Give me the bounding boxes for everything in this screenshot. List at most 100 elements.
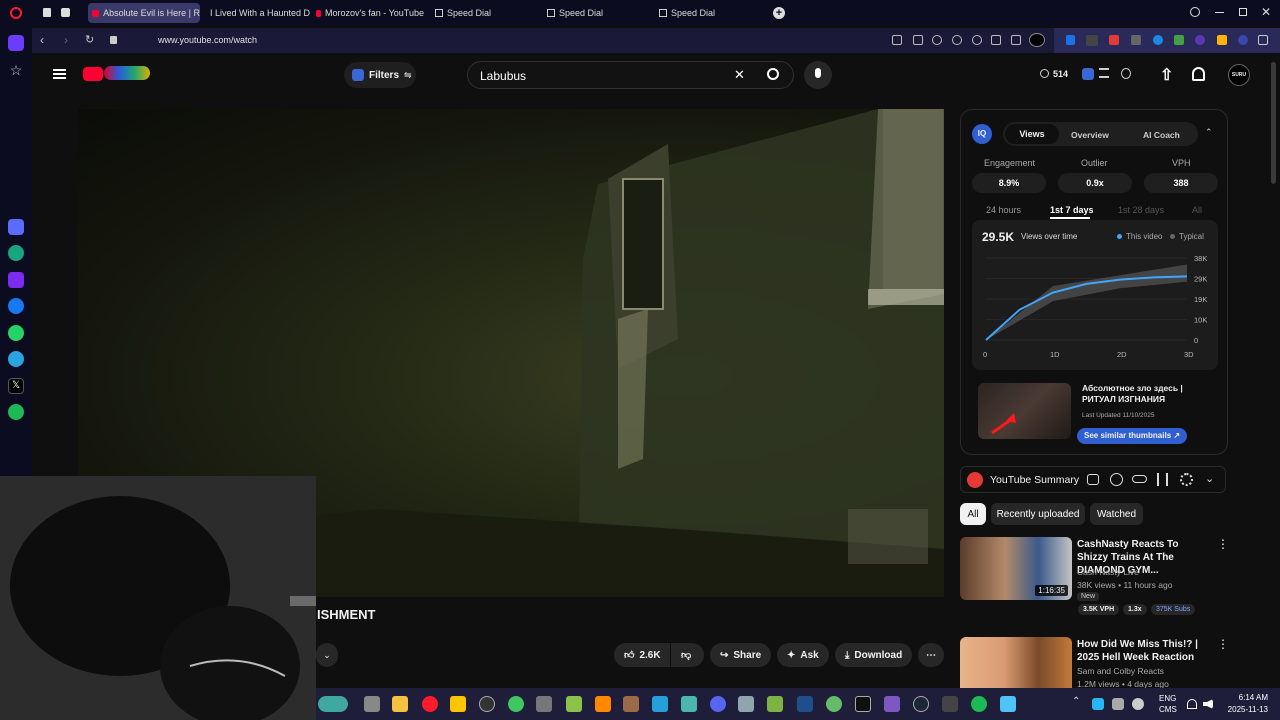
settings-icon[interactable] <box>1180 473 1193 486</box>
app-book-icon[interactable] <box>566 696 582 712</box>
rec-channel-1[interactable]: Cash Nasty Live <box>1077 567 1139 577</box>
ribbon-icon[interactable] <box>1121 68 1131 79</box>
clear-search-icon[interactable]: ✕ <box>734 67 745 83</box>
x-icon[interactable]: 𝕏 <box>8 378 24 394</box>
shield-icon[interactable] <box>932 35 942 45</box>
app-car-icon[interactable] <box>536 696 552 712</box>
back-icon[interactable]: ‹ <box>40 33 44 47</box>
extensions-puzzle-icon[interactable] <box>1258 35 1268 45</box>
app-chart-icon[interactable] <box>767 696 783 712</box>
chevron-down-icon[interactable]: ⌄ <box>1205 472 1214 485</box>
forward-icon[interactable]: › <box>64 33 68 47</box>
chip-all[interactable]: All <box>960 503 986 525</box>
range-7d[interactable]: 1st 7 days <box>1050 205 1094 215</box>
chatgpt-icon[interactable] <box>1110 473 1123 486</box>
ext-9-icon[interactable] <box>1238 35 1248 45</box>
tab-3[interactable]: Morozov's fan - YouTube <box>312 3 424 23</box>
ext-3-icon[interactable] <box>1109 35 1119 45</box>
minimize-button[interactable] <box>1215 12 1224 13</box>
ext-5-icon[interactable] <box>1153 35 1163 45</box>
ext-8-icon[interactable] <box>1217 35 1227 45</box>
see-similar-button[interactable]: See similar thumbnails ↗ <box>1077 428 1188 444</box>
cs-icon[interactable] <box>8 272 24 288</box>
range-all[interactable]: All <box>1192 205 1202 215</box>
description-expand-icon[interactable]: ⌄ <box>316 643 338 667</box>
voice-search-icon[interactable] <box>804 61 832 89</box>
ext-1-icon[interactable] <box>1066 35 1075 45</box>
rec-channel-2[interactable]: Sam and Colby Reacts <box>1077 666 1164 676</box>
tab-tools-icon-2[interactable] <box>61 8 70 17</box>
spotify-icon[interactable] <box>8 404 24 420</box>
app-book2-icon[interactable] <box>797 696 813 712</box>
tab-overview[interactable]: Overview <box>1071 130 1109 140</box>
menu-icon[interactable] <box>1011 35 1021 45</box>
clock-date[interactable]: 2025-11-13 <box>1216 705 1268 714</box>
discord-icon[interactable] <box>710 696 726 712</box>
url-field[interactable]: www.youtube.com/watch <box>158 35 257 45</box>
home-icon[interactable] <box>8 35 24 51</box>
messenger-icon[interactable] <box>8 298 24 314</box>
ext-4-icon[interactable] <box>1131 35 1141 45</box>
capcut-icon[interactable] <box>855 696 871 712</box>
steam-icon[interactable] <box>913 696 929 712</box>
notifications-icon[interactable] <box>1192 67 1205 81</box>
language-indicator[interactable]: ENG <box>1159 694 1176 703</box>
profile-icon[interactable] <box>1029 33 1045 47</box>
task-view-icon[interactable] <box>364 696 380 712</box>
app-green-icon[interactable] <box>508 696 524 712</box>
app-security-icon[interactable] <box>942 696 958 712</box>
glasses-icon[interactable] <box>1132 475 1147 483</box>
chip-watched[interactable]: Watched <box>1090 503 1143 525</box>
share-button[interactable]: ↪ Share <box>710 643 772 667</box>
list-icon[interactable] <box>1099 68 1109 78</box>
app-grid-icon[interactable] <box>738 696 754 712</box>
rec-more-2-icon[interactable]: ⋮ <box>1217 637 1229 651</box>
obs-icon[interactable] <box>479 696 495 712</box>
upload-icon[interactable]: ⇧ <box>1160 65 1173 85</box>
app-up-icon[interactable] <box>826 696 842 712</box>
rec-thumbnail-1[interactable]: 1:16:35 <box>960 537 1072 600</box>
download-icon[interactable] <box>991 35 1001 45</box>
opera-logo-icon[interactable] <box>10 7 22 19</box>
opera-icon[interactable] <box>422 696 438 712</box>
tab-6[interactable]: Speed Dial <box>655 3 763 23</box>
camera-icon[interactable] <box>913 35 923 45</box>
tab-5[interactable]: Speed Dial <box>543 3 651 23</box>
play-icon[interactable] <box>952 35 962 45</box>
reload-icon[interactable]: ↻ <box>85 33 94 46</box>
range-28d[interactable]: 1st 28 days <box>1118 205 1164 215</box>
restore-button[interactable] <box>1239 8 1247 16</box>
close-window-button[interactable]: ✕ <box>1261 5 1271 19</box>
like-button[interactable]: 👍︎ 2.6K <box>614 643 670 667</box>
edit-icon[interactable] <box>892 35 902 45</box>
search-box[interactable]: Labubus ✕ <box>467 61 794 89</box>
new-tab-button[interactable]: + <box>773 7 785 19</box>
lightning-icon[interactable] <box>450 696 466 712</box>
tab-2[interactable]: I Lived With a Haunted Do <box>202 3 310 23</box>
tab-ai-coach[interactable]: AI Coach <box>1143 130 1180 140</box>
ime-indicator[interactable]: CMS <box>1159 705 1177 714</box>
app-window-icon[interactable] <box>1000 696 1016 712</box>
heart-icon[interactable] <box>972 35 982 45</box>
whatsapp-icon[interactable] <box>8 325 24 341</box>
tray-2-icon[interactable] <box>1112 698 1124 710</box>
range-24h[interactable]: 24 hours <box>986 205 1021 215</box>
rec-thumbnail-2[interactable] <box>960 637 1072 688</box>
tray-chevron-icon[interactable]: ⌃ <box>1072 696 1080 707</box>
app-image-icon[interactable] <box>623 696 639 712</box>
dislike-button[interactable]: 👎︎ <box>671 643 704 667</box>
robot-icon[interactable] <box>1087 474 1099 485</box>
ext-2-icon[interactable] <box>1086 35 1098 46</box>
youtube-logo[interactable] <box>83 67 103 81</box>
page-scrollbar[interactable] <box>1271 62 1276 184</box>
file-explorer-icon[interactable] <box>392 696 408 712</box>
telegram-icon[interactable] <box>8 351 24 367</box>
aria-icon[interactable] <box>8 219 24 235</box>
download-button[interactable]: ⤓ Download <box>835 643 913 667</box>
rec-more-1-icon[interactable]: ⋮ <box>1217 537 1229 551</box>
app-live-icon[interactable] <box>652 696 668 712</box>
tray-3-icon[interactable] <box>1132 698 1144 710</box>
star-icon[interactable]: ☆ <box>8 62 24 78</box>
chip-recently-uploaded[interactable]: Recently uploaded <box>991 503 1085 525</box>
more-actions-button[interactable]: ⋯ <box>918 643 944 667</box>
